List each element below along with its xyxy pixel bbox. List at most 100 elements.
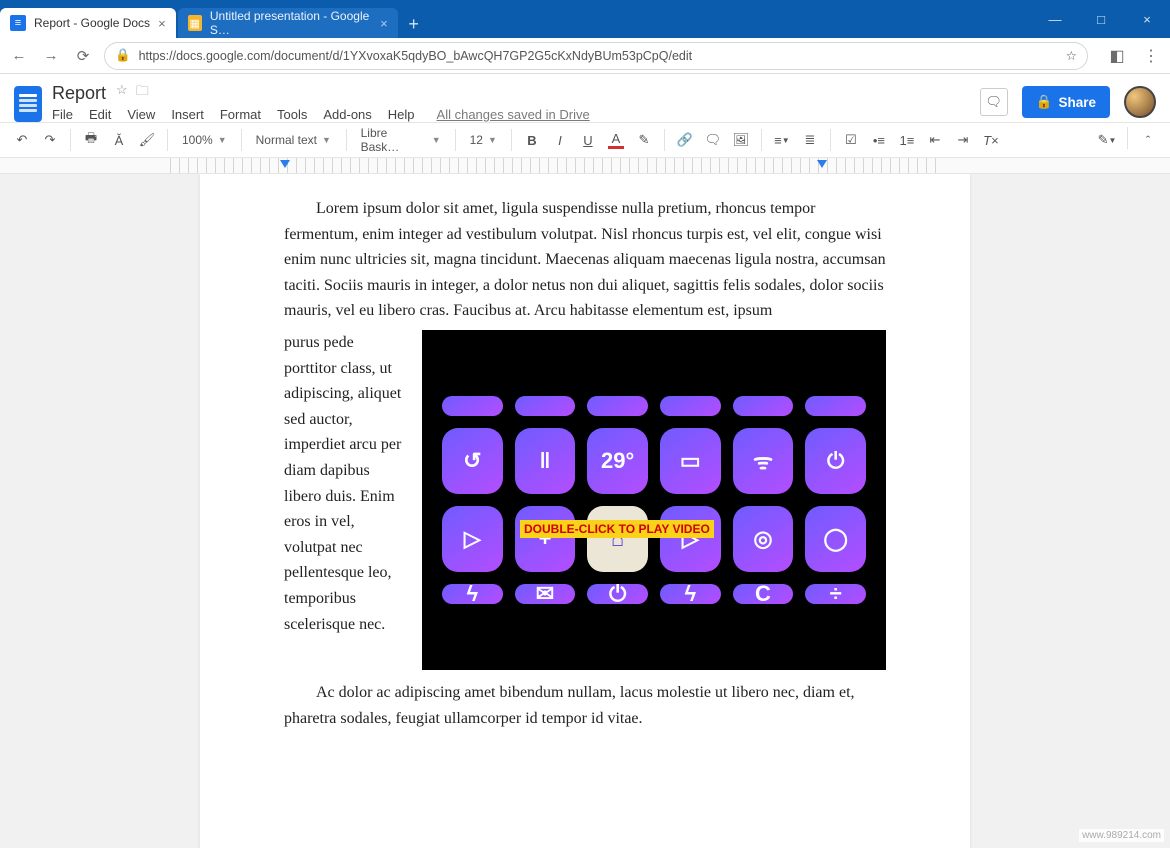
- menu-icon[interactable]: ⋮: [1140, 46, 1162, 66]
- slides-favicon: ▦: [188, 15, 202, 31]
- print-button[interactable]: 🖶: [79, 127, 103, 153]
- embedded-video[interactable]: ↺ ‖ 29° ▭ ᯤ ⏻ ▷ + ⌂ ▷ ◎ ◯ ϟ ✉ ⏻: [422, 330, 886, 670]
- flash-icon: ϟ: [442, 584, 503, 604]
- location-icon: ◎: [733, 506, 794, 572]
- insert-image-button[interactable]: 🖼: [729, 127, 753, 153]
- wifi-icon: ᯤ: [733, 428, 794, 494]
- undo-button[interactable]: ↶: [10, 127, 34, 153]
- docs-logo[interactable]: [14, 86, 42, 122]
- window-minimize[interactable]: —: [1032, 0, 1078, 38]
- play-icon: ▷: [660, 506, 721, 572]
- back-button[interactable]: ←: [8, 45, 30, 67]
- tab-report[interactable]: ≡ Report - Google Docs ×: [0, 8, 176, 38]
- extensions-icon[interactable]: ◧: [1106, 46, 1128, 66]
- insert-link-button[interactable]: 🔗: [673, 127, 697, 153]
- docs-header: Report ☆ 🗀 File Edit View Insert Format …: [0, 74, 1170, 122]
- bookmark-icon[interactable]: ☆: [1066, 48, 1077, 63]
- browser-titlebar: ≡ Report - Google Docs × ▦ Untitled pres…: [0, 0, 1170, 38]
- editing-mode-button[interactable]: ✎▼: [1095, 127, 1119, 153]
- share-button[interactable]: 🔒 Share: [1022, 86, 1110, 118]
- right-indent-marker[interactable]: [817, 160, 827, 168]
- reload-button[interactable]: ⟳: [72, 45, 94, 67]
- redo-button[interactable]: ↷: [38, 127, 62, 153]
- paragraph[interactable]: Lorem ipsum dolor sit amet, ligula suspe…: [284, 196, 886, 324]
- font-size-select[interactable]: 12▼: [464, 127, 503, 153]
- share-label: Share: [1058, 95, 1096, 110]
- menu-edit[interactable]: Edit: [89, 107, 111, 122]
- style-select[interactable]: Normal text▼: [250, 127, 338, 153]
- mail-icon: ✉: [515, 584, 576, 604]
- watermark: www.989214.com: [1079, 829, 1164, 842]
- phone-icon: ↺: [442, 428, 503, 494]
- tab-slides[interactable]: ▦ Untitled presentation - Google S… ×: [178, 8, 398, 38]
- highlight-button[interactable]: ✎: [632, 127, 656, 153]
- power-icon: ⏻: [587, 584, 648, 604]
- account-avatar[interactable]: [1124, 86, 1156, 118]
- insert-comment-button[interactable]: 🗨: [701, 127, 725, 153]
- window-maximize[interactable]: □: [1078, 0, 1124, 38]
- lock-icon: 🔒: [1036, 94, 1053, 110]
- comments-button[interactable]: 🗨: [980, 88, 1008, 116]
- address-bar[interactable]: 🔒 https://docs.google.com/document/d/1YX…: [104, 42, 1088, 70]
- record-icon: ◯: [805, 506, 866, 572]
- video-overlay-text: DOUBLE-CLICK TO PLAY VIDEO: [520, 520, 714, 538]
- clear-format-button[interactable]: T×: [979, 127, 1003, 153]
- plus-icon: +: [515, 506, 576, 572]
- power-icon: ⏻: [805, 428, 866, 494]
- divide-icon: ÷: [805, 584, 866, 604]
- align-button[interactable]: ≡▼: [770, 127, 794, 153]
- bulleted-list-button[interactable]: •≡: [867, 127, 891, 153]
- home-icon: ⌂: [587, 506, 648, 572]
- zoom-select[interactable]: 100%▼: [176, 127, 233, 153]
- document-title[interactable]: Report: [52, 83, 106, 104]
- menu-view[interactable]: View: [127, 107, 155, 122]
- window-close[interactable]: ×: [1124, 0, 1170, 38]
- collapse-toolbar-button[interactable]: ˆ: [1136, 127, 1160, 153]
- menu-bar: File Edit View Insert Format Tools Add-o…: [52, 107, 590, 122]
- new-tab-button[interactable]: +: [400, 10, 428, 38]
- browser-toolbar: ← → ⟳ 🔒 https://docs.google.com/document…: [0, 38, 1170, 74]
- menu-addons[interactable]: Add-ons: [323, 107, 371, 122]
- menu-format[interactable]: Format: [220, 107, 261, 122]
- tab-label: Report - Google Docs: [34, 16, 150, 30]
- close-icon[interactable]: ×: [158, 16, 166, 31]
- star-icon[interactable]: ☆: [116, 82, 128, 104]
- pause-icon: ‖: [515, 428, 576, 494]
- temperature-icon: 29°: [587, 428, 648, 494]
- spellcheck-button[interactable]: Ǎ: [107, 127, 131, 153]
- indent-button[interactable]: ⇥: [951, 127, 975, 153]
- ruler[interactable]: [0, 158, 1170, 174]
- tab-label: Untitled presentation - Google S…: [210, 9, 372, 37]
- page[interactable]: Lorem ipsum dolor sit amet, ligula suspe…: [200, 174, 970, 848]
- play-icon: ▷: [442, 506, 503, 572]
- folder-icon[interactable]: 🗀: [136, 82, 149, 104]
- paragraph[interactable]: purus pede porttitor class, ut adipiscin…: [284, 330, 404, 670]
- docs-favicon: ≡: [10, 15, 26, 31]
- checklist-button[interactable]: ☑: [839, 127, 863, 153]
- save-status[interactable]: All changes saved in Drive: [437, 107, 590, 122]
- underline-button[interactable]: U: [576, 127, 600, 153]
- paint-format-button[interactable]: 🖌: [135, 127, 159, 153]
- menu-insert[interactable]: Insert: [171, 107, 204, 122]
- flash-icon: ϟ: [660, 584, 721, 604]
- text-color-button[interactable]: A: [604, 127, 628, 153]
- forward-button[interactable]: →: [40, 45, 62, 67]
- close-icon[interactable]: ×: [380, 16, 388, 31]
- left-indent-marker[interactable]: [280, 160, 290, 168]
- line-spacing-button[interactable]: ≣: [798, 127, 822, 153]
- canvas[interactable]: Lorem ipsum dolor sit amet, ligula suspe…: [0, 174, 1170, 848]
- url-text: https://docs.google.com/document/d/1YXvo…: [139, 49, 693, 63]
- outdent-button[interactable]: ⇤: [923, 127, 947, 153]
- bold-button[interactable]: B: [520, 127, 544, 153]
- menu-help[interactable]: Help: [388, 107, 415, 122]
- numbered-list-button[interactable]: 1≡: [895, 127, 919, 153]
- menu-file[interactable]: File: [52, 107, 73, 122]
- font-select[interactable]: Libre Bask…▼: [355, 127, 447, 153]
- battery-icon: ▭: [660, 428, 721, 494]
- italic-button[interactable]: I: [548, 127, 572, 153]
- menu-tools[interactable]: Tools: [277, 107, 307, 122]
- lock-icon: 🔒: [115, 48, 131, 63]
- paragraph[interactable]: Ac dolor ac adipiscing amet bibendum nul…: [284, 680, 886, 731]
- formatting-toolbar: ↶ ↷ 🖶 Ǎ 🖌 100%▼ Normal text▼ Libre Bask……: [0, 122, 1170, 158]
- refresh-icon: C: [733, 584, 794, 604]
